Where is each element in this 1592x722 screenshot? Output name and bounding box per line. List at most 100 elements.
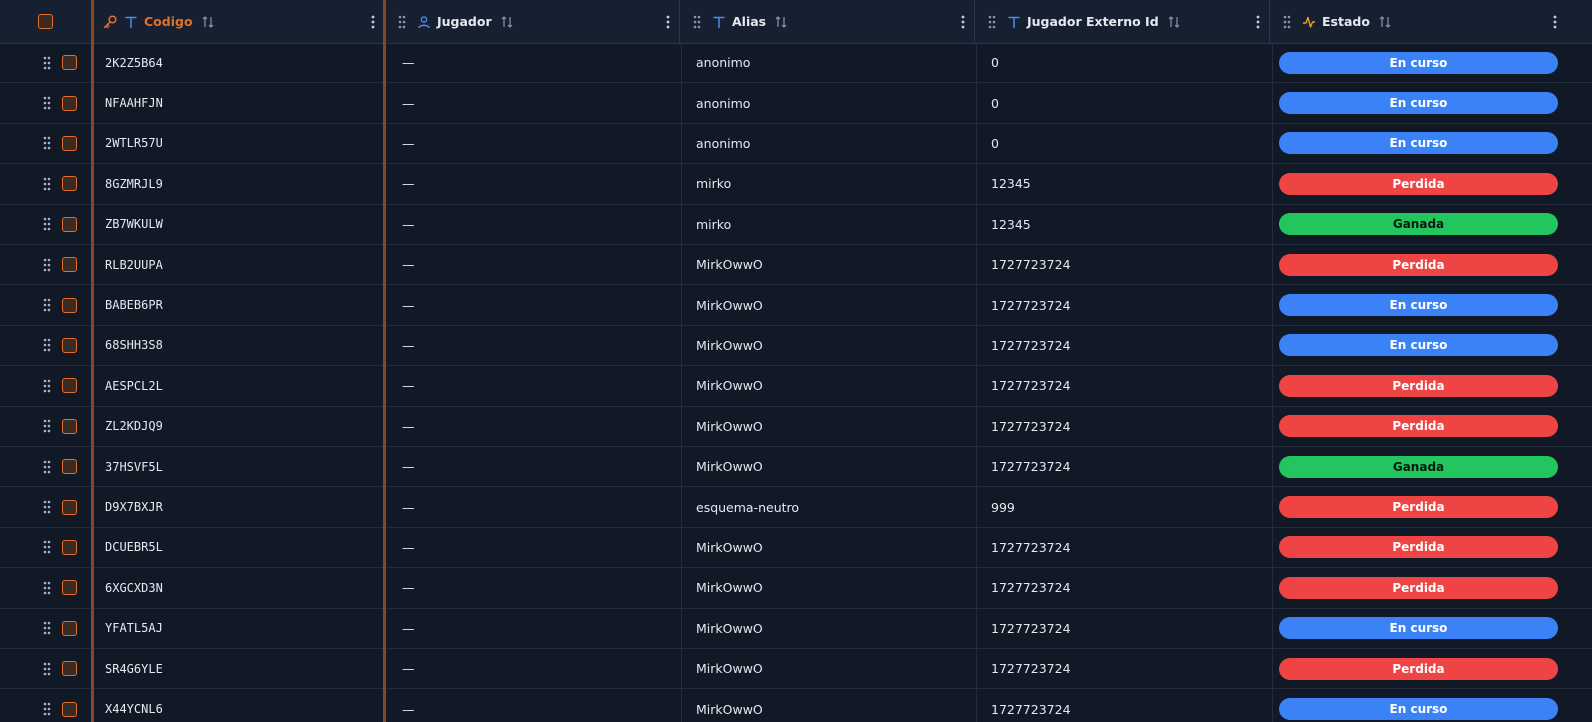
cell-estado[interactable]: Perdida — [1273, 487, 1592, 526]
cell-codigo[interactable]: 2WTLR57U — [92, 123, 385, 164]
cell-estado[interactable]: Ganada — [1273, 205, 1592, 244]
cell-alias[interactable]: MirkOwwO — [682, 689, 977, 722]
cell-codigo[interactable]: DCUEBR5L — [92, 527, 385, 568]
cell-estado[interactable]: En curso — [1273, 689, 1592, 722]
table-row[interactable]: SR4G6YLE — MirkOwwO 1727723724 Perdida — [0, 649, 1592, 690]
cell-estado[interactable]: Perdida — [1273, 649, 1592, 688]
cell-estado[interactable]: En curso — [1273, 285, 1592, 324]
cell-jugador-externo-id[interactable]: 1727723724 — [977, 527, 1273, 568]
row-drag-handle-icon[interactable] — [42, 257, 52, 273]
column-header-estado[interactable]: Estado — [1270, 0, 1592, 43]
cell-alias[interactable]: anonimo — [682, 123, 977, 164]
sort-icon[interactable] — [774, 15, 788, 29]
table-row[interactable]: YFATL5AJ — MirkOwwO 1727723724 En curso — [0, 608, 1592, 649]
cell-estado[interactable]: En curso — [1273, 43, 1592, 82]
row-drag-handle-icon[interactable] — [42, 55, 52, 71]
column-header-jugador-externo-id[interactable]: Jugador Externo Id — [975, 0, 1270, 43]
cell-jugador[interactable]: — — [385, 164, 682, 204]
cell-alias[interactable]: MirkOwwO — [682, 325, 977, 366]
row-checkbox[interactable] — [62, 620, 77, 636]
cell-jugador[interactable]: — — [385, 527, 682, 568]
cell-estado[interactable]: En curso — [1273, 83, 1592, 122]
row-checkbox[interactable] — [62, 337, 77, 353]
cell-jugador-externo-id[interactable]: 1727723724 — [977, 245, 1273, 285]
row-checkbox[interactable] — [62, 135, 77, 151]
row-checkbox[interactable] — [62, 539, 77, 555]
column-menu-icon[interactable] — [370, 14, 376, 30]
cell-jugador[interactable]: — — [385, 447, 682, 487]
cell-jugador-externo-id[interactable]: 1727723724 — [977, 608, 1273, 648]
cell-alias[interactable]: mirko — [682, 164, 977, 204]
cell-jugador[interactable]: — — [385, 245, 682, 285]
row-drag-handle-icon[interactable] — [42, 580, 52, 596]
cell-estado[interactable]: Perdida — [1273, 164, 1592, 203]
cell-jugador-externo-id[interactable]: 1727723724 — [977, 689, 1273, 722]
cell-jugador-externo-id[interactable]: 1727723724 — [977, 325, 1273, 366]
cell-jugador-externo-id[interactable]: 12345 — [977, 204, 1273, 244]
cell-jugador[interactable]: — — [385, 689, 682, 722]
table-row[interactable]: BABEB6PR — MirkOwwO 1727723724 En curso — [0, 285, 1592, 326]
cell-estado[interactable]: Perdida — [1273, 245, 1592, 284]
drag-handle-icon[interactable] — [692, 14, 706, 30]
cell-codigo[interactable]: AESPCL2L — [92, 366, 385, 406]
table-row[interactable]: 2K2Z5B64 — anonimo 0 En curso — [0, 43, 1592, 84]
row-checkbox[interactable] — [62, 661, 77, 677]
cell-estado[interactable]: Perdida — [1273, 366, 1592, 405]
cell-jugador[interactable]: — — [385, 366, 682, 406]
table-row[interactable]: AESPCL2L — MirkOwwO 1727723724 Perdida — [0, 366, 1592, 407]
cell-jugador[interactable]: — — [385, 487, 682, 527]
row-checkbox[interactable] — [62, 701, 77, 717]
cell-estado[interactable]: En curso — [1273, 124, 1592, 163]
sort-icon[interactable] — [1378, 15, 1392, 29]
table-row[interactable]: 2WTLR57U — anonimo 0 En curso — [0, 123, 1592, 165]
cell-alias[interactable]: MirkOwwO — [682, 447, 977, 487]
column-header-codigo[interactable]: Codigo — [92, 0, 385, 43]
row-drag-handle-icon[interactable] — [42, 620, 52, 636]
cell-estado[interactable]: Perdida — [1273, 528, 1592, 567]
row-checkbox[interactable] — [62, 499, 77, 515]
row-drag-handle-icon[interactable] — [42, 539, 52, 555]
table-row[interactable]: RLB2UUPA — MirkOwwO 1727723724 Perdida — [0, 245, 1592, 286]
cell-alias[interactable]: MirkOwwO — [682, 527, 977, 568]
cell-jugador-externo-id[interactable]: 1727723724 — [977, 447, 1273, 487]
cell-alias[interactable]: anonimo — [682, 83, 977, 123]
cell-estado[interactable]: Perdida — [1273, 407, 1592, 446]
cell-jugador-externo-id[interactable]: 999 — [977, 487, 1273, 527]
drag-handle-icon[interactable] — [987, 14, 1001, 30]
row-checkbox[interactable] — [62, 95, 77, 111]
table-row[interactable]: DCUEBR5L — MirkOwwO 1727723724 Perdida — [0, 527, 1592, 569]
cell-codigo[interactable]: X44YCNL6 — [92, 689, 385, 722]
row-checkbox[interactable] — [62, 257, 77, 273]
cell-codigo[interactable]: 8GZMRJL9 — [92, 164, 385, 204]
cell-alias[interactable]: MirkOwwO — [682, 406, 977, 446]
cell-alias[interactable]: mirko — [682, 204, 977, 244]
cell-jugador-externo-id[interactable]: 1727723724 — [977, 568, 1273, 608]
cell-alias[interactable]: anonimo — [682, 43, 977, 83]
row-checkbox[interactable] — [62, 216, 77, 232]
table-row[interactable]: X44YCNL6 — MirkOwwO 1727723724 En curso — [0, 689, 1592, 722]
table-row[interactable]: D9X7BXJR — esquema-neutro 999 Perdida — [0, 487, 1592, 528]
cell-jugador-externo-id[interactable]: 1727723724 — [977, 285, 1273, 325]
cell-alias[interactable]: MirkOwwO — [682, 366, 977, 406]
cell-jugador[interactable]: — — [385, 406, 682, 446]
sort-icon[interactable] — [201, 15, 215, 29]
cell-alias[interactable]: esquema-neutro — [682, 487, 977, 527]
column-header-alias[interactable]: Alias — [680, 0, 975, 43]
row-checkbox[interactable] — [62, 459, 77, 475]
cell-codigo[interactable]: 68SHH3S8 — [92, 325, 385, 366]
column-menu-icon[interactable] — [1255, 14, 1261, 30]
cell-jugador-externo-id[interactable]: 0 — [977, 123, 1273, 164]
cell-estado[interactable]: Ganada — [1273, 447, 1592, 486]
row-drag-handle-icon[interactable] — [42, 459, 52, 475]
row-drag-handle-icon[interactable] — [42, 661, 52, 677]
table-row[interactable]: 8GZMRJL9 — mirko 12345 Perdida — [0, 164, 1592, 205]
cell-jugador-externo-id[interactable]: 0 — [977, 43, 1273, 83]
column-menu-icon[interactable] — [1552, 14, 1558, 30]
row-drag-handle-icon[interactable] — [42, 499, 52, 515]
cell-jugador-externo-id[interactable]: 1727723724 — [977, 406, 1273, 446]
cell-jugador[interactable]: — — [385, 325, 682, 366]
cell-codigo[interactable]: ZL2KDJQ9 — [92, 406, 385, 446]
cell-alias[interactable]: MirkOwwO — [682, 568, 977, 608]
row-checkbox[interactable] — [62, 297, 77, 313]
cell-jugador-externo-id[interactable]: 12345 — [977, 164, 1273, 204]
